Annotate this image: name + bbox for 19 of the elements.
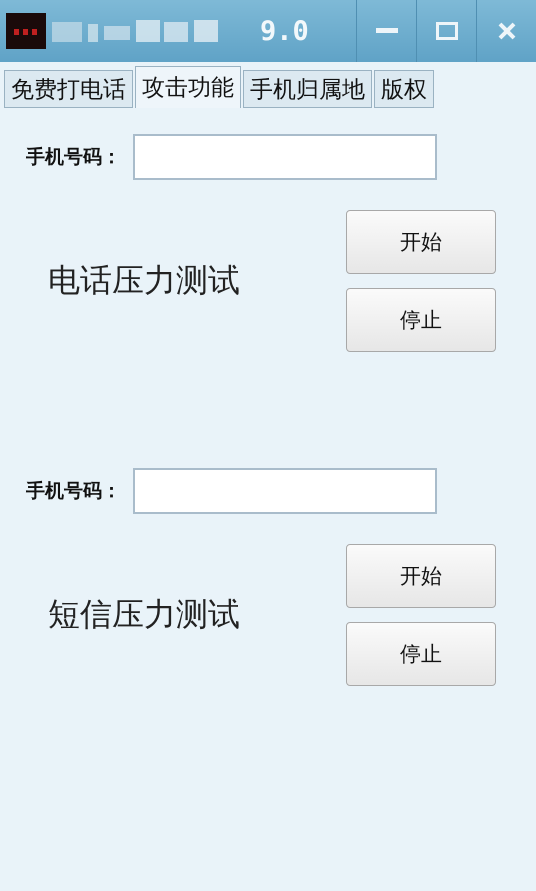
- maximize-icon: [436, 22, 458, 40]
- app-icon: [6, 13, 46, 49]
- tab[interactable]: 版权: [374, 70, 434, 108]
- section-title: 短信压力测试: [48, 594, 240, 635]
- field-label: 手机号码：: [26, 145, 121, 170]
- close-icon: [498, 22, 516, 40]
- tab[interactable]: 手机归属地: [243, 70, 372, 108]
- action-button[interactable]: 停止: [346, 622, 496, 686]
- action-button[interactable]: 停止: [346, 288, 496, 352]
- minimize-icon: [376, 28, 398, 34]
- tab[interactable]: 免费打电话: [4, 70, 133, 108]
- action-button[interactable]: 开始: [346, 544, 496, 608]
- phone-number-field[interactable]: [133, 468, 437, 514]
- field-label: 手机号码：: [26, 479, 121, 504]
- section-title: 电话压力测试: [48, 260, 240, 301]
- phone-number-field[interactable]: [133, 134, 437, 180]
- action-button[interactable]: 开始: [346, 210, 496, 274]
- tab[interactable]: 攻击功能: [135, 66, 241, 108]
- window-title: 9.0: [260, 16, 309, 46]
